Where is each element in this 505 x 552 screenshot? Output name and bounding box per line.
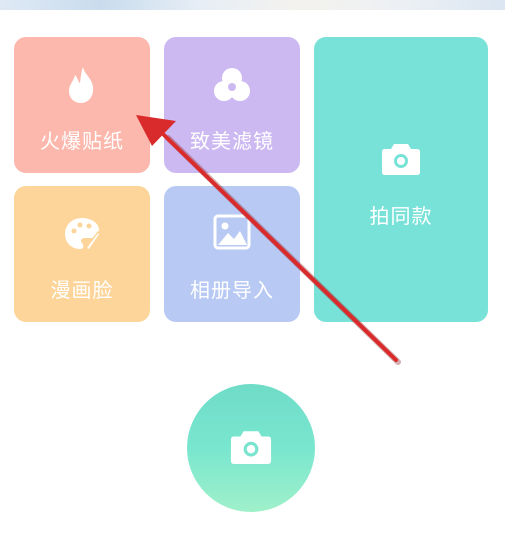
image-icon	[213, 214, 251, 254]
top-banner-strip	[0, 0, 505, 10]
camera-home-page: 火爆贴纸 致美滤镜 漫画脸 相册导入 拍同款	[0, 0, 505, 552]
tile-label-beauty-filters: 致美滤镜	[190, 129, 274, 153]
tile-label-manga-face: 漫画脸	[50, 278, 114, 302]
camera-icon	[229, 427, 273, 469]
tile-label-album-import: 相册导入	[190, 278, 274, 302]
camera-icon	[381, 140, 421, 180]
manga-face-button[interactable]: 漫画脸	[14, 186, 150, 322]
flame-icon	[64, 65, 100, 109]
hot-stickers-button[interactable]: 火爆贴纸	[14, 37, 150, 173]
shutter-button[interactable]	[187, 384, 315, 512]
album-import-button[interactable]: 相册导入	[164, 186, 300, 322]
tile-label-hot-stickers: 火爆贴纸	[40, 129, 124, 153]
filter-circles-icon	[212, 65, 252, 109]
shoot-same-style-button[interactable]: 拍同款	[314, 37, 488, 322]
beauty-filters-button[interactable]: 致美滤镜	[164, 37, 300, 173]
tile-label-shoot-same-style: 拍同款	[369, 204, 433, 228]
palette-icon	[62, 214, 102, 258]
